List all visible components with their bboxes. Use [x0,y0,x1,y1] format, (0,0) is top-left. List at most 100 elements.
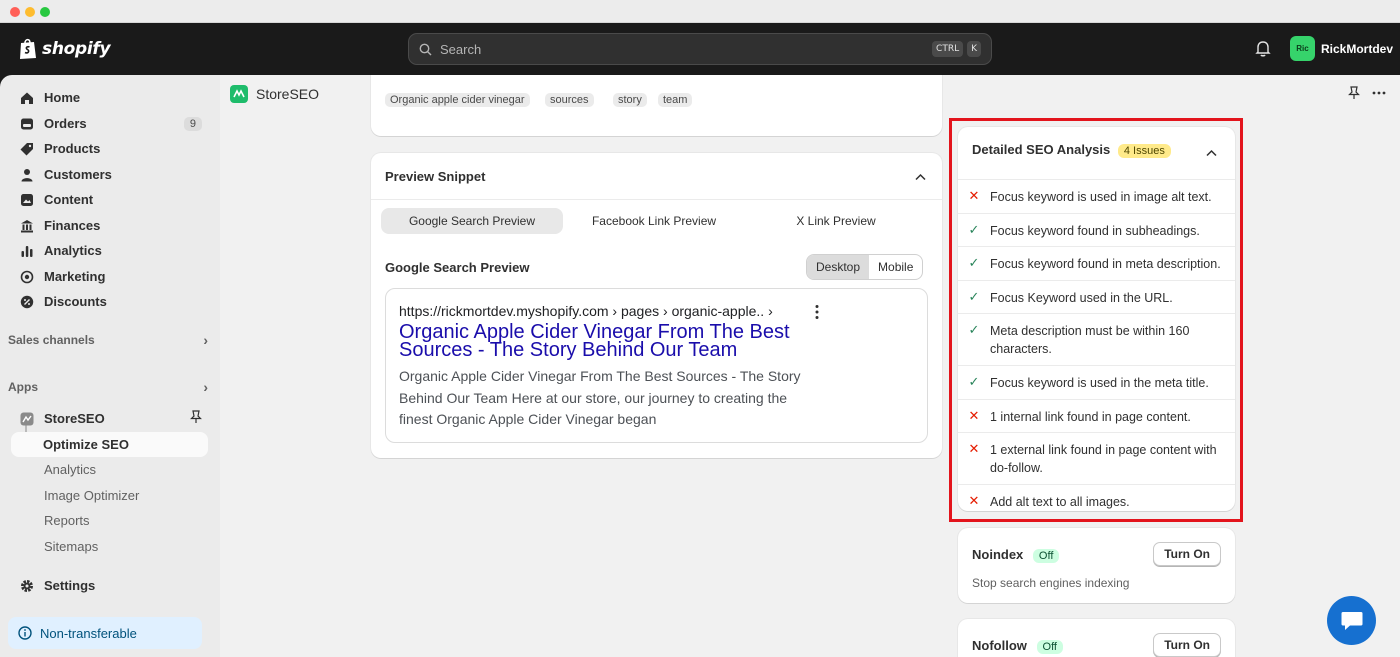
sidebar-item-analytics[interactable]: Analytics [10,238,208,263]
seo-analysis-title: Detailed SEO Analysis [972,142,1111,157]
chevron-up-icon[interactable] [915,169,926,184]
sales-channels-label: Sales channels [8,333,95,347]
noindex-turn-on-button[interactable]: Turn On [1153,542,1221,566]
seo-check-text: Focus keyword found in subheadings. [990,224,1200,238]
sidebar-item-label: StoreSEO [44,411,105,426]
sidebar-item-home[interactable]: Home [10,85,208,110]
noindex-card: Noindex Off Turn On Stop search engines … [958,528,1235,603]
more-options-icon[interactable] [1372,86,1386,103]
logo-text: shopify [42,38,111,59]
sidebar-item-finances[interactable]: Finances [10,213,208,238]
sidebar-item-products[interactable]: Products [10,136,208,161]
noindex-header: Noindex Off [972,547,1060,563]
sidebar-subitem-analytics[interactable]: Analytics [44,462,96,477]
nofollow-header: Nofollow Off [972,638,1063,654]
mobile-button[interactable]: Mobile [869,255,922,279]
keywords-tags-card: Organic apple cider vinegar sources stor… [371,75,942,136]
seo-check-row: ✓ Focus keyword is used in the meta title… [958,365,1235,399]
sales-channels-heading[interactable]: Sales channels › [8,332,208,348]
content-icon [20,193,34,207]
tab-x-link-preview[interactable]: X Link Preview [745,208,927,234]
pin-icon[interactable] [190,410,202,427]
tag-icon [20,142,34,156]
device-toggle: Desktop Mobile [806,254,924,280]
x-icon: ✕ [968,493,980,508]
user-name: RickMortdev [1321,41,1394,56]
chat-icon [1341,611,1362,630]
tab-facebook-link-preview[interactable]: Facebook Link Preview [563,208,745,234]
sidebar-subitem-optimize-seo[interactable]: Optimize SEO [11,432,208,457]
minimize-window-button[interactable] [25,7,35,17]
sidebar-item-marketing[interactable]: Marketing [10,264,208,289]
sidebar-item-customers[interactable]: Customers [10,162,208,187]
noindex-status-badge: Off [1032,549,1060,563]
sidebar: Home Orders 9 Products Customers Content… [0,75,220,657]
seo-check-text: Focus keyword found in meta description. [990,257,1221,271]
search-bar[interactable]: Search CTRL K [408,33,992,65]
keyword-tag[interactable]: team [658,93,693,107]
shopify-logo[interactable]: shopify [18,37,111,60]
seo-check-row: ✓ Focus keyword found in subheadings. [958,213,1235,246]
close-window-button[interactable] [10,7,20,17]
non-transferable-label: Non-transferable [40,625,137,641]
sidebar-item-discounts[interactable]: Discounts [10,289,208,314]
checkmark-icon: ✓ [968,222,980,237]
user-menu[interactable]: Ric RickMortdev [1290,36,1393,61]
sidebar-item-storeseo[interactable]: StoreSEO [10,406,208,431]
serp-url: https://rickmortdev.myshopify.com › page… [399,303,773,319]
seo-check-text: Focus keyword is used in the meta title. [990,376,1209,390]
tab-google-search-preview[interactable]: Google Search Preview [381,208,563,234]
seo-check-text: Add alt text to all images. [990,495,1130,509]
seo-analysis-header: Detailed SEO Analysis 4 Issues [972,142,1171,158]
sidebar-item-label: Home [44,90,81,105]
sidebar-item-label: Finances [44,218,101,233]
top-bar: shopify Search CTRL K Ric RickMortdev [0,23,1400,75]
sidebar-item-orders[interactable]: Orders 9 [10,111,208,136]
storeseo-logo-icon [230,85,248,103]
info-icon [18,626,32,640]
target-icon [20,270,34,284]
serp-title: Organic Apple Cider Vinegar From The Bes… [399,321,790,361]
keyword-tag[interactable]: Organic apple cider vinegar [385,93,530,107]
sidebar-item-content[interactable]: Content [10,187,208,212]
nofollow-status-badge: Off [1036,640,1063,654]
seo-check-text: 1 internal link found in page content. [990,410,1191,424]
sidebar-item-label: Marketing [44,269,106,284]
sidebar-subitem-reports[interactable]: Reports [44,513,90,528]
noindex-subtitle: Stop search engines indexing [972,576,1130,590]
search-placeholder: Search [440,41,482,57]
apps-label: Apps [8,380,38,394]
gear-icon [20,579,34,593]
preview-snippet-card: Preview Snippet Google Search Preview Fa… [371,153,942,458]
home-icon [20,91,34,105]
x-icon: ✕ [968,188,980,203]
main-content: StoreSEO Organic apple cider vinegar sou… [220,75,1400,657]
non-transferable-banner[interactable]: Non-transferable [8,617,202,649]
zoom-window-button[interactable] [40,7,50,17]
pin-icon[interactable] [1348,86,1360,103]
sidebar-item-label: Discounts [44,294,107,309]
orders-icon [20,117,34,131]
keyword-tag[interactable]: story [613,93,647,107]
x-icon: ✕ [968,441,980,456]
preview-tabs: Google Search Preview Facebook Link Prev… [381,208,927,234]
apps-heading[interactable]: Apps › [8,379,208,395]
person-icon [20,168,34,182]
sidebar-item-settings[interactable]: Settings [10,573,208,598]
seo-check-row: ✓ Meta description must be within 160 cha… [958,313,1235,365]
window-titlebar [0,0,1400,23]
keyword-tag[interactable]: sources [545,93,594,107]
bell-icon[interactable] [1255,40,1271,60]
divider [371,199,942,200]
checkmark-icon: ✓ [968,255,980,270]
chart-icon [20,244,34,258]
desktop-button[interactable]: Desktop [807,255,870,279]
sidebar-subitem-sitemaps[interactable]: Sitemaps [44,539,98,554]
chevron-up-icon[interactable] [1206,145,1217,160]
seo-check-row: ✕ 1 external link found in page content w… [958,432,1235,484]
vertical-more-icon[interactable] [814,304,820,323]
header-actions [1348,86,1386,103]
sidebar-subitem-image-optimizer[interactable]: Image Optimizer [44,488,139,503]
nofollow-turn-on-button[interactable]: Turn On [1153,633,1221,657]
chat-button[interactable] [1327,596,1376,645]
